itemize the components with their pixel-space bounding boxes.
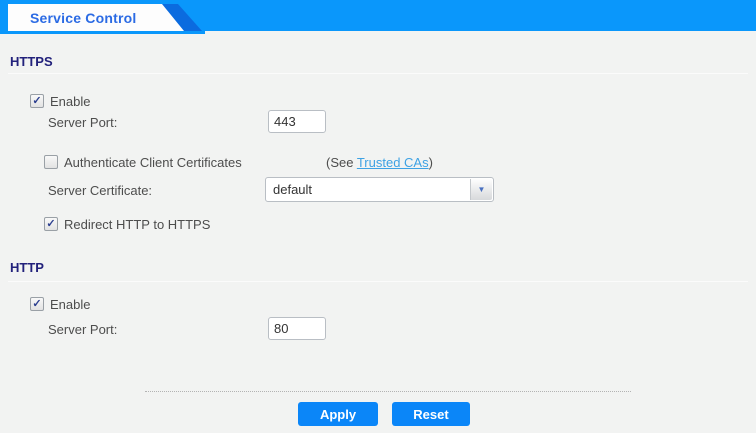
https-server-port-label: Server Port: bbox=[48, 115, 117, 130]
see-suffix: ) bbox=[429, 155, 433, 170]
see-prefix: (See bbox=[326, 155, 357, 170]
apply-button[interactable]: Apply bbox=[298, 402, 378, 426]
checkmark-icon: ✓ bbox=[32, 95, 41, 107]
https-section-title: HTTPS bbox=[10, 54, 53, 69]
https-enable-checkbox[interactable]: ✓ bbox=[30, 94, 44, 108]
tab-service-control-label: Service Control bbox=[30, 10, 136, 26]
trusted-cas-link[interactable]: Trusted CAs bbox=[357, 155, 429, 170]
http-enable-checkbox[interactable]: ✓ bbox=[30, 297, 44, 311]
server-certificate-select[interactable]: default ▼ bbox=[265, 177, 494, 202]
server-certificate-label: Server Certificate: bbox=[48, 183, 152, 198]
tab-underline bbox=[0, 31, 205, 34]
server-certificate-value: default bbox=[273, 178, 312, 201]
service-control-page: Service Control HTTPS ✓ Enable Server Po… bbox=[0, 0, 756, 433]
https-enable-label: Enable bbox=[50, 94, 90, 109]
redirect-http-to-https-label: Redirect HTTP to HTTPS bbox=[64, 217, 210, 232]
http-server-port-label: Server Port: bbox=[48, 322, 117, 337]
http-enable-label: Enable bbox=[50, 297, 90, 312]
checkmark-icon: ✓ bbox=[32, 298, 41, 310]
http-section-divider bbox=[8, 281, 748, 282]
see-trusted-cas-note: (See Trusted CAs) bbox=[326, 155, 433, 170]
https-section-divider bbox=[8, 73, 748, 74]
checkmark-icon: ✓ bbox=[46, 218, 55, 230]
redirect-http-to-https-checkbox[interactable]: ✓ bbox=[44, 217, 58, 231]
http-section-title: HTTP bbox=[10, 260, 44, 275]
chevron-down-icon: ▼ bbox=[478, 185, 486, 194]
dropdown-button[interactable]: ▼ bbox=[470, 179, 492, 200]
https-server-port-input[interactable] bbox=[268, 110, 326, 133]
http-server-port-input[interactable] bbox=[268, 317, 326, 340]
footer-divider bbox=[145, 391, 631, 392]
reset-button[interactable]: Reset bbox=[392, 402, 470, 426]
authenticate-client-certificates-checkbox[interactable] bbox=[44, 155, 58, 169]
authenticate-client-certificates-label: Authenticate Client Certificates bbox=[64, 155, 242, 170]
